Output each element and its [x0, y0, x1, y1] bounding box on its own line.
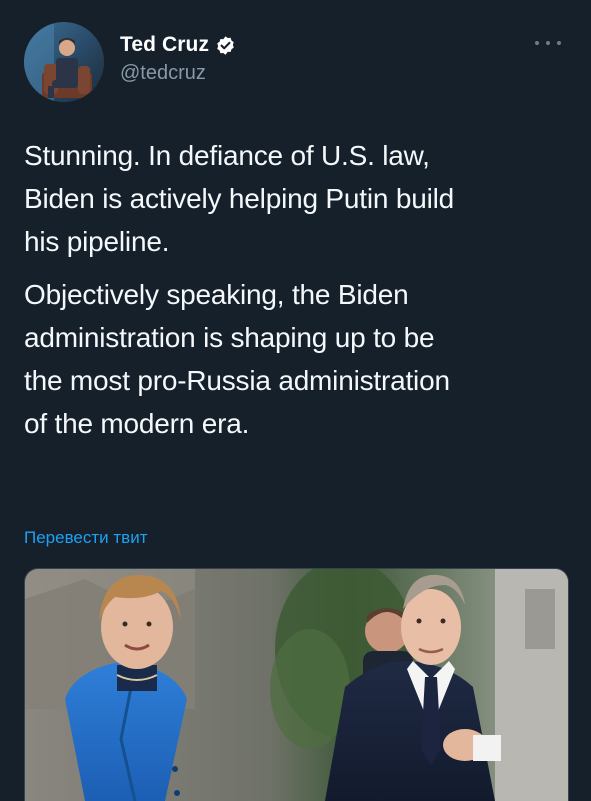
translate-tweet-link[interactable]: Перевести твит	[24, 528, 147, 548]
tweet-header: Ted Cruz @tedcruz	[24, 22, 569, 102]
display-name[interactable]: Ted Cruz	[120, 33, 209, 57]
tweet-paragraph: Stunning. In defiance of U.S. law, Biden…	[24, 140, 454, 257]
handle[interactable]: @tedcruz	[120, 62, 236, 85]
avatar[interactable]	[24, 22, 104, 102]
more-dots-icon[interactable]	[535, 38, 561, 48]
author-names: Ted Cruz @tedcruz	[120, 32, 236, 85]
display-name-row: Ted Cruz	[120, 32, 236, 58]
verified-badge-icon	[215, 35, 236, 56]
tweet-paragraph: Objectively speaking, the Biden administ…	[24, 279, 450, 439]
dot	[557, 41, 561, 45]
avatar-image	[24, 22, 104, 102]
tweet: Ted Cruz @tedcruz Stunning. In defiance …	[0, 0, 591, 801]
tweet-media[interactable]	[24, 568, 569, 801]
tweet-text: Stunning. In defiance of U.S. law, Biden…	[24, 134, 569, 455]
dot	[535, 41, 539, 45]
photo-thumbnail	[25, 569, 568, 801]
dot	[546, 41, 550, 45]
